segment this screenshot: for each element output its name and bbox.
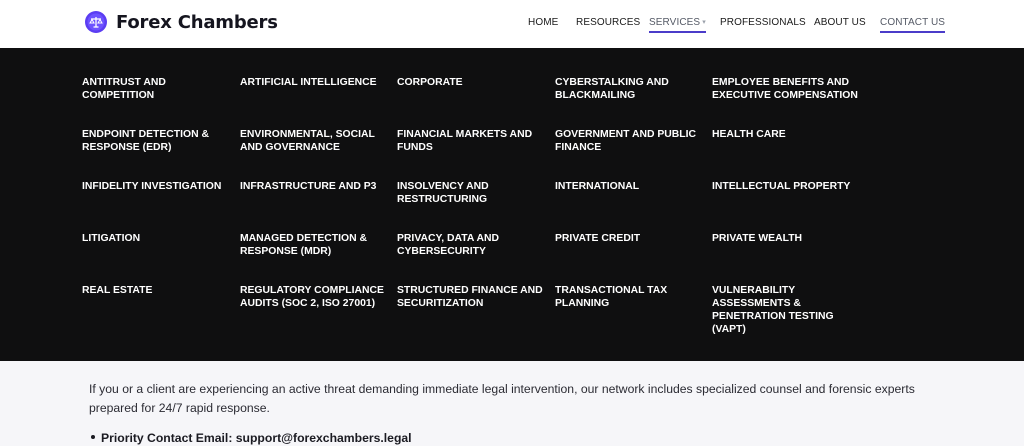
service-litigation[interactable]: LITIGATION [82, 232, 232, 245]
nav-services-underline [649, 31, 706, 33]
service-cyberstalking[interactable]: CYBERSTALKING AND BLACKMAILING [555, 76, 705, 102]
nav-home[interactable]: HOME [528, 17, 558, 28]
service-private-wealth[interactable]: PRIVATE WEALTH [712, 232, 862, 245]
service-financial-markets[interactable]: FINANCIAL MARKETS AND FUNDS [397, 128, 547, 154]
main-nav: HOME RESOURCES SERVICES ▾ PROFESSIONALS A… [0, 17, 1024, 37]
service-artificial-intelligence[interactable]: ARTIFICIAL INTELLIGENCE [240, 76, 390, 89]
nav-services-label: SERVICES [649, 17, 701, 28]
priority-contact-item: Priority Contact Email: support@forexcha… [91, 431, 412, 445]
nav-contact-us-underline [880, 31, 946, 33]
service-infidelity[interactable]: INFIDELITY INVESTIGATION [82, 180, 232, 193]
nav-resources-label: RESOURCES [576, 17, 641, 28]
service-antitrust[interactable]: ANTITRUST AND COMPETITION [82, 76, 232, 102]
service-private-credit[interactable]: PRIVATE CREDIT [555, 232, 705, 245]
service-international[interactable]: INTERNATIONAL [555, 180, 705, 193]
service-structured-finance[interactable]: STRUCTURED FINANCE AND SECURITIZATION [397, 284, 547, 310]
site-header: Forex Chambers HOME RESOURCES SERVICES ▾ … [0, 0, 1024, 48]
nav-professionals[interactable]: PROFESSIONALS [720, 17, 806, 28]
services-mega-menu: ANTITRUST AND COMPETITION ARTIFICIAL INT… [0, 48, 1024, 361]
service-health-care[interactable]: HEALTH CARE [712, 128, 862, 141]
main-content: If you or a client are experiencing an a… [0, 361, 1024, 446]
nav-about-us[interactable]: ABOUT US [814, 17, 866, 28]
service-intellectual-property[interactable]: INTELLECTUAL PROPERTY [712, 180, 872, 193]
service-privacy[interactable]: PRIVACY, DATA AND CYBERSECURITY [397, 232, 547, 258]
nav-about-us-label: ABOUT US [814, 17, 866, 28]
nav-home-label: HOME [528, 17, 559, 28]
service-regulatory-compliance[interactable]: REGULATORY COMPLIANCE AUDITS (SOC 2, ISO… [240, 284, 390, 310]
service-vapt[interactable]: VULNERABILITY ASSESSMENTS & PENETRATION … [712, 284, 842, 336]
service-insolvency[interactable]: INSOLVENCY AND RESTRUCTURING [397, 180, 547, 206]
service-edr[interactable]: ENDPOINT DETECTION & RESPONSE (EDR) [82, 128, 232, 154]
chevron-down-icon: ▾ [702, 19, 706, 26]
bullet-icon [91, 435, 95, 439]
service-infrastructure[interactable]: INFRASTRUCTURE AND P3 [240, 180, 390, 193]
nav-professionals-label: PROFESSIONALS [720, 17, 806, 28]
urgent-response-paragraph: If you or a client are experiencing an a… [89, 382, 915, 415]
nav-resources[interactable]: RESOURCES [576, 17, 640, 28]
nav-contact-us[interactable]: CONTACT US [880, 17, 946, 33]
service-corporate[interactable]: CORPORATE [397, 76, 547, 89]
service-government-finance[interactable]: GOVERNMENT AND PUBLIC FINANCE [555, 128, 705, 154]
nav-services[interactable]: SERVICES ▾ [649, 17, 706, 33]
nav-contact-us-label: CONTACT US [880, 17, 946, 28]
priority-contact-text: Priority Contact Email: support@forexcha… [101, 431, 412, 445]
service-transactional-tax[interactable]: TRANSACTIONAL TAX PLANNING [555, 284, 705, 310]
service-esg[interactable]: ENVIRONMENTAL, SOCIAL AND GOVERNANCE [240, 128, 390, 154]
service-employee-benefits[interactable]: EMPLOYEE BENEFITS AND EXECUTIVE COMPENSA… [712, 76, 872, 102]
service-real-estate[interactable]: REAL ESTATE [82, 284, 232, 297]
service-mdr[interactable]: MANAGED DETECTION & RESPONSE (MDR) [240, 232, 390, 258]
